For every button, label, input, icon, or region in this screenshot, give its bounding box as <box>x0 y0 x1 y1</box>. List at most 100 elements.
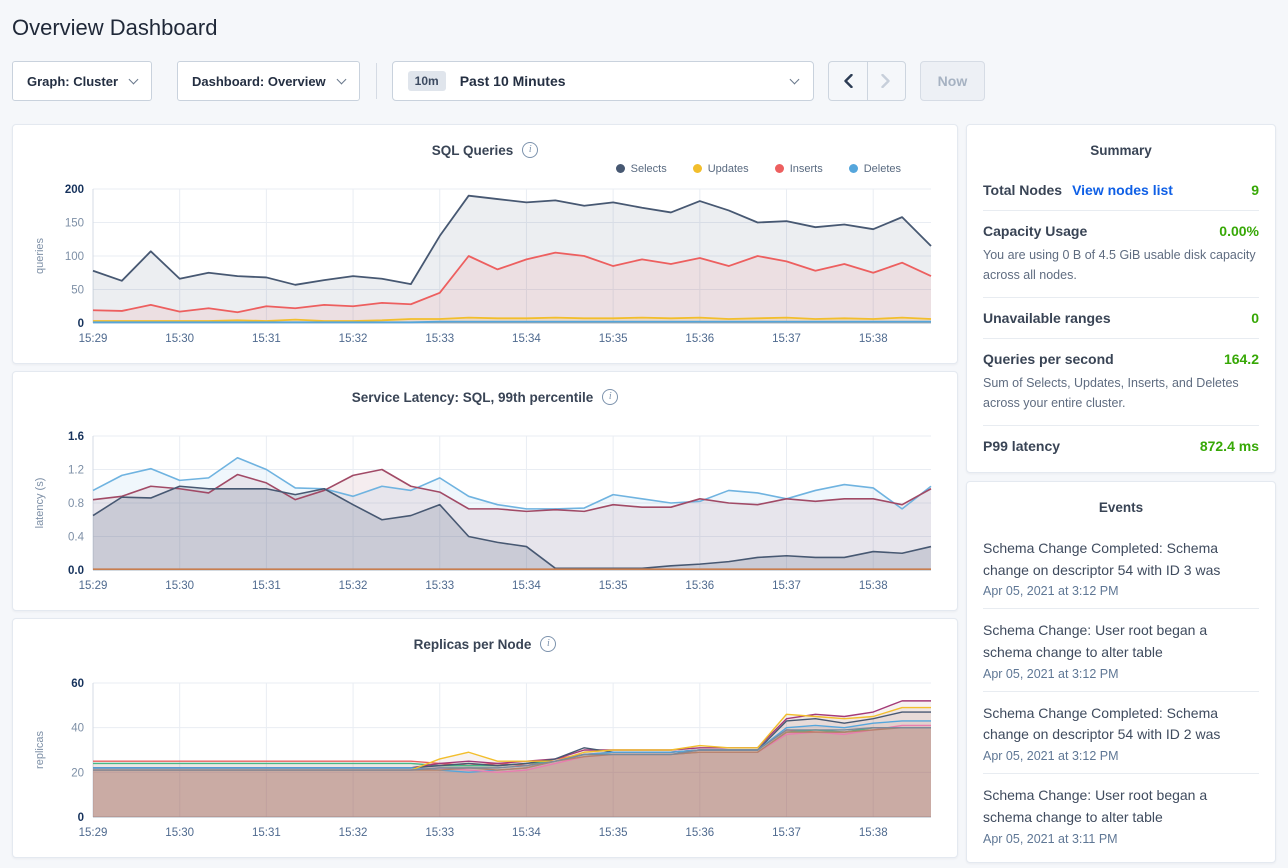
chart-header: Service Latency: SQL, 99th percentile i <box>29 387 941 407</box>
capacity-usage-label: Capacity Usage <box>983 223 1087 239</box>
svg-text:1.2: 1.2 <box>68 465 84 477</box>
svg-text:15:34: 15:34 <box>512 580 541 592</box>
svg-text:15:32: 15:32 <box>339 333 368 345</box>
svg-text:15:36: 15:36 <box>685 580 714 592</box>
svg-text:15:32: 15:32 <box>339 827 368 839</box>
summary-row-total-nodes: Total Nodes View nodes list 9 <box>983 170 1259 210</box>
summary-row-p99: P99 latency 872.4 ms <box>983 425 1259 466</box>
replicas-per-node-chart[interactable]: 15:2915:3015:3115:3215:3315:3415:3515:36… <box>29 671 941 843</box>
chart-title: Service Latency: SQL, 99th percentile <box>352 390 594 405</box>
legend-item-selects[interactable]: Selects <box>616 163 667 175</box>
dashboard-selector[interactable]: Dashboard: Overview <box>177 61 360 101</box>
service-latency-chart[interactable]: 15:2915:3015:3115:3215:3315:3415:3515:36… <box>29 424 941 596</box>
svg-text:replicas: replicas <box>34 731 46 769</box>
p99-latency-value: 872.4 ms <box>1200 438 1259 454</box>
events-title: Events <box>983 498 1259 527</box>
chart-title: Replicas per Node <box>414 637 532 652</box>
event-timestamp: Apr 05, 2021 at 3:12 PM <box>983 749 1259 763</box>
time-range-selector[interactable]: 10m Past 10 Minutes <box>392 61 814 101</box>
events-list: Schema Change Completed: Schema change o… <box>983 527 1259 856</box>
event-item[interactable]: Schema Change: User root began a schema … <box>983 773 1259 855</box>
event-text: Schema Change: User root began a schema … <box>983 620 1259 663</box>
svg-text:15:35: 15:35 <box>599 580 628 592</box>
total-nodes-label: Total Nodes <box>983 182 1062 198</box>
sidebar: Summary Total Nodes View nodes list 9 Ca… <box>966 124 1276 863</box>
svg-text:15:31: 15:31 <box>252 333 281 345</box>
total-nodes-value: 9 <box>1251 182 1259 198</box>
event-text: Schema Change Completed: Schema change o… <box>983 703 1259 746</box>
legend-dot <box>775 164 784 173</box>
svg-text:queries: queries <box>34 237 46 274</box>
svg-text:0: 0 <box>78 318 84 330</box>
charts-column: SQL Queries i Selects Updates Inserts Delet… <box>12 124 958 858</box>
p99-latency-label: P99 latency <box>983 438 1060 454</box>
qps-description: Sum of Selects, Updates, Inserts, and De… <box>983 373 1259 413</box>
svg-text:200: 200 <box>65 184 84 196</box>
time-range-label: Past 10 Minutes <box>460 73 777 89</box>
svg-text:15:31: 15:31 <box>252 827 281 839</box>
svg-text:15:33: 15:33 <box>425 333 454 345</box>
info-icon[interactable]: i <box>540 636 556 652</box>
event-item[interactable]: Schema Change Completed: Schema change o… <box>983 527 1259 608</box>
time-prev-button[interactable] <box>829 62 867 100</box>
svg-text:20: 20 <box>71 767 84 779</box>
summary-row-qps: Queries per second 164.2 Sum of Selects,… <box>983 338 1259 425</box>
legend-dot <box>616 164 625 173</box>
svg-text:15:30: 15:30 <box>165 580 194 592</box>
event-timestamp: Apr 05, 2021 at 3:11 PM <box>983 832 1259 846</box>
event-item[interactable]: Schema Change: User root began a schema … <box>983 608 1259 690</box>
svg-text:0.4: 0.4 <box>68 532 85 544</box>
event-item[interactable]: Schema Change Completed: Schema change o… <box>983 691 1259 773</box>
capacity-usage-description: You are using 0 B of 4.5 GiB usable disk… <box>983 245 1259 285</box>
chart-legend <box>29 407 941 424</box>
svg-text:15:35: 15:35 <box>599 827 628 839</box>
chart-header: Replicas per Node i <box>29 634 941 654</box>
qps-value: 164.2 <box>1224 351 1259 367</box>
info-icon[interactable]: i <box>602 389 618 405</box>
svg-text:15:34: 15:34 <box>512 333 541 345</box>
graph-selector[interactable]: Graph: Cluster <box>12 61 152 101</box>
legend-item-updates[interactable]: Updates <box>693 163 749 175</box>
info-icon[interactable]: i <box>522 142 538 158</box>
svg-text:15:30: 15:30 <box>165 333 194 345</box>
page-title: Overview Dashboard <box>12 0 1276 61</box>
svg-text:15:36: 15:36 <box>685 827 714 839</box>
svg-text:15:37: 15:37 <box>772 827 801 839</box>
legend-dot <box>693 164 702 173</box>
svg-text:15:34: 15:34 <box>512 827 541 839</box>
content: SQL Queries i Selects Updates Inserts Delet… <box>12 124 1276 863</box>
svg-text:0.8: 0.8 <box>68 498 84 510</box>
svg-text:15:35: 15:35 <box>599 333 628 345</box>
svg-text:15:33: 15:33 <box>425 827 454 839</box>
sql-queries-chart[interactable]: 15:2915:3015:3115:3215:3315:3415:3515:36… <box>29 177 941 349</box>
legend-item-deletes[interactable]: Deletes <box>849 163 901 175</box>
chart-header: SQL Queries i <box>29 140 941 160</box>
toolbar-divider <box>376 63 377 99</box>
page: Overview Dashboard Graph: Cluster Dashbo… <box>0 0 1288 863</box>
legend-label: Selects <box>631 163 667 175</box>
event-timestamp: Apr 05, 2021 at 3:12 PM <box>983 584 1259 598</box>
time-nav-group <box>828 61 906 101</box>
svg-text:latency (s): latency (s) <box>34 478 46 529</box>
chevron-down-icon <box>789 74 799 84</box>
legend-label: Inserts <box>790 163 823 175</box>
graph-selector-label: Graph: Cluster <box>27 74 118 89</box>
event-timestamp: Apr 05, 2021 at 3:12 PM <box>983 667 1259 681</box>
unavailable-ranges-label: Unavailable ranges <box>983 310 1111 326</box>
svg-text:0: 0 <box>78 812 84 824</box>
svg-text:15:29: 15:29 <box>79 580 108 592</box>
time-range-badge: 10m <box>408 71 446 91</box>
svg-text:15:31: 15:31 <box>252 580 281 592</box>
svg-text:50: 50 <box>71 285 84 297</box>
time-next-button[interactable] <box>867 62 905 100</box>
now-button[interactable]: Now <box>920 61 986 101</box>
svg-text:60: 60 <box>71 678 84 690</box>
svg-text:40: 40 <box>71 723 84 735</box>
qps-label: Queries per second <box>983 351 1114 367</box>
svg-text:0.0: 0.0 <box>68 565 84 577</box>
svg-text:15:29: 15:29 <box>79 827 108 839</box>
legend-label: Updates <box>708 163 749 175</box>
legend-label: Deletes <box>864 163 901 175</box>
legend-item-inserts[interactable]: Inserts <box>775 163 823 175</box>
view-nodes-list-link[interactable]: View nodes list <box>1072 182 1173 198</box>
